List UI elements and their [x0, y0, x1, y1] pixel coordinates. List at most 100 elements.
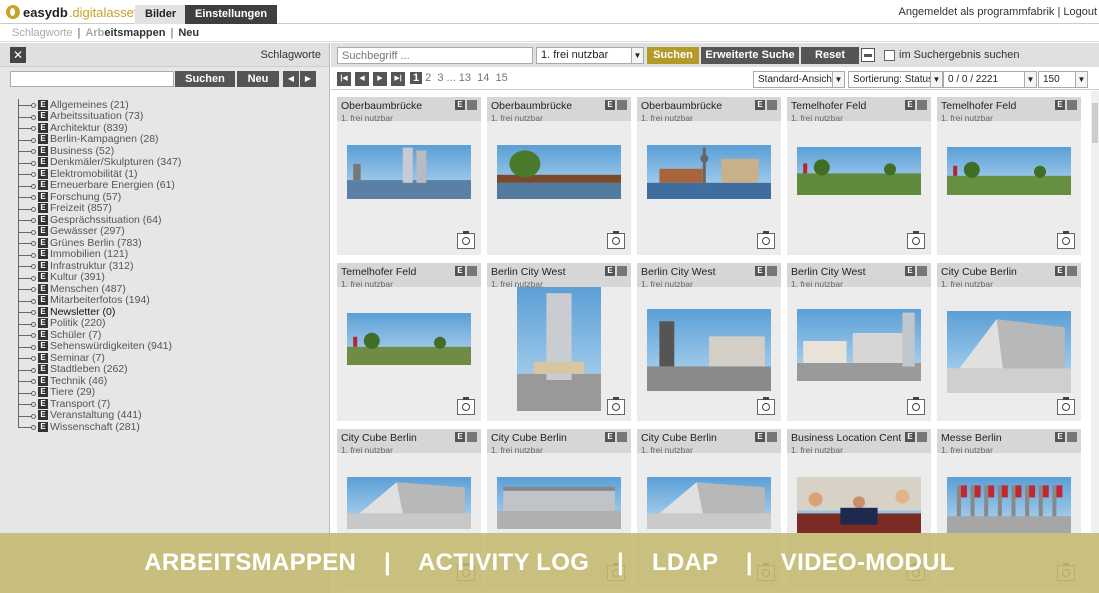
close-icon[interactable]: ✕ — [10, 47, 26, 63]
tree-item[interactable]: E Berlin-Kampagnen (28) — [18, 133, 318, 145]
grid-scrollbar[interactable] — [1091, 91, 1099, 593]
view-select[interactable]: Standard-Ansicht ▼ — [753, 71, 845, 88]
asset-thumbnail[interactable] — [647, 309, 771, 391]
page-numbers[interactable]: 12 3 ... 13 14 15 — [410, 72, 508, 84]
tree-item[interactable]: E Technik (46) — [18, 375, 318, 387]
select-checkbox[interactable] — [467, 432, 477, 442]
print-icon[interactable] — [861, 48, 875, 62]
search-input[interactable] — [337, 47, 533, 64]
asset-thumbnail[interactable] — [797, 309, 921, 381]
tree-item[interactable]: E Grünes Berlin (783) — [18, 237, 318, 249]
select-checkbox[interactable] — [917, 432, 927, 442]
search-in-results-checkbox[interactable] — [884, 50, 895, 61]
asset-thumbnail[interactable] — [497, 145, 621, 199]
asset-thumbnail[interactable] — [797, 477, 921, 533]
camera-icon[interactable] — [757, 231, 775, 249]
select-checkbox[interactable] — [1067, 266, 1077, 276]
first-page-icon[interactable]: |◀ — [337, 72, 351, 86]
keyword-search-input[interactable] — [10, 71, 174, 87]
select-checkbox[interactable] — [917, 100, 927, 110]
edit-icon[interactable]: E — [455, 432, 465, 442]
current-page[interactable]: 1 — [410, 72, 423, 84]
asset-card[interactable]: Oberbaumbrücke 1. frei nutzbar E — [487, 97, 631, 255]
tree-item[interactable]: E Veranstaltung (441) — [18, 409, 318, 421]
tree-item[interactable]: E Tiere (29) — [18, 386, 318, 398]
tree-item[interactable]: E Gesprächssituation (64) — [18, 214, 318, 226]
keyword-search-button[interactable]: Suchen — [175, 71, 235, 87]
tree-item[interactable]: E Forschung (57) — [18, 191, 318, 203]
select-checkbox[interactable] — [467, 266, 477, 276]
asset-card[interactable]: Berlin City West 1. frei nutzbar E — [487, 263, 631, 421]
asset-card[interactable]: Berlin City West 1. frei nutzbar E — [637, 263, 781, 421]
select-checkbox[interactable] — [767, 100, 777, 110]
tree-item[interactable]: E Stadtleben (262) — [18, 363, 318, 375]
page-links[interactable]: 2 3 ... 13 14 15 — [425, 72, 508, 84]
tree-item[interactable]: E Newsletter (0) — [18, 306, 318, 318]
camera-icon[interactable] — [907, 397, 925, 415]
prev-page-icon[interactable]: ◀ — [355, 72, 369, 86]
tree-item[interactable]: E Sehenswürdigkeiten (941) — [18, 340, 318, 352]
edit-icon[interactable]: E — [755, 432, 765, 442]
sort-select[interactable]: Sortierung: Status ▼ — [848, 71, 943, 88]
edit-icon[interactable]: E — [905, 432, 915, 442]
asset-card[interactable]: Berlin City West 1. frei nutzbar E — [787, 263, 931, 421]
asset-thumbnail[interactable] — [947, 477, 1071, 533]
asset-thumbnail[interactable] — [797, 147, 921, 195]
asset-card[interactable]: Temelhofer Feld 1. frei nutzbar E — [937, 97, 1081, 255]
reset-button[interactable]: Reset — [801, 47, 859, 64]
tree-item[interactable]: E Politik (220) — [18, 317, 318, 329]
camera-icon[interactable] — [757, 397, 775, 415]
tree-item[interactable]: E Immobilien (121) — [18, 248, 318, 260]
edit-icon[interactable]: E — [455, 100, 465, 110]
camera-icon[interactable] — [457, 397, 475, 415]
select-checkbox[interactable] — [917, 266, 927, 276]
edit-icon[interactable]: E — [455, 266, 465, 276]
asset-card[interactable]: Oberbaumbrücke 1. frei nutzbar E — [637, 97, 781, 255]
brand-logo[interactable]: easydb .digitalasset — [6, 4, 137, 20]
tree-item[interactable]: E Erneuerbare Energien (61) — [18, 179, 318, 191]
tree-item[interactable]: E Arbeitssituation (73) — [18, 110, 318, 122]
asset-card[interactable]: Temelhofer Feld 1. frei nutzbar E — [337, 263, 481, 421]
asset-thumbnail[interactable] — [347, 145, 471, 199]
keyword-new-button[interactable]: Neu — [237, 71, 279, 87]
tab-einstellungen[interactable]: Einstellungen — [185, 5, 278, 24]
asset-thumbnail[interactable] — [647, 145, 771, 199]
tree-item[interactable]: E Freizeit (857) — [18, 202, 318, 214]
tree-item[interactable]: E Schüler (7) — [18, 329, 318, 341]
camera-icon[interactable] — [907, 231, 925, 249]
subnav-arbeitsmappen[interactable]: Arbeitsmappen — [85, 27, 165, 39]
tree-item[interactable]: E Mitarbeiterfotos (194) — [18, 294, 318, 306]
camera-icon[interactable] — [1057, 231, 1075, 249]
select-checkbox[interactable] — [617, 100, 627, 110]
tree-item[interactable]: E Wissenschaft (281) — [18, 421, 318, 433]
camera-icon[interactable] — [457, 231, 475, 249]
select-checkbox[interactable] — [767, 266, 777, 276]
camera-icon[interactable] — [1057, 397, 1075, 415]
asset-thumbnail[interactable] — [947, 147, 1071, 195]
asset-card[interactable]: Temelhofer Feld 1. frei nutzbar E — [787, 97, 931, 255]
tree-item[interactable]: E Seminar (7) — [18, 352, 318, 364]
tree-item[interactable]: E Architektur (839) — [18, 122, 318, 134]
tab-bilder[interactable]: Bilder — [135, 5, 187, 24]
asset-thumbnail[interactable] — [647, 477, 771, 529]
select-checkbox[interactable] — [467, 100, 477, 110]
asset-thumbnail[interactable] — [497, 477, 621, 529]
subnav-neu[interactable]: Neu — [178, 27, 199, 39]
tree-item[interactable]: E Allgemeines (21) — [18, 99, 318, 111]
next-arrow-icon[interactable]: ▶ — [300, 71, 316, 87]
select-checkbox[interactable] — [1067, 100, 1077, 110]
edit-icon[interactable]: E — [755, 266, 765, 276]
edit-icon[interactable]: E — [1055, 100, 1065, 110]
edit-icon[interactable]: E — [1055, 432, 1065, 442]
edit-icon[interactable]: E — [605, 432, 615, 442]
per-page-select[interactable]: 150 ▼ — [1038, 71, 1088, 88]
select-checkbox[interactable] — [617, 432, 627, 442]
scrollbar-thumb[interactable] — [1092, 103, 1098, 143]
edit-icon[interactable]: E — [1055, 266, 1065, 276]
login-info[interactable]: Angemeldet als programmfabrik | Logout — [898, 6, 1097, 18]
asset-thumbnail[interactable] — [347, 477, 471, 529]
filter-select[interactable]: 1. frei nutzbar ▼ — [536, 47, 644, 64]
select-checkbox[interactable] — [1067, 432, 1077, 442]
asset-thumbnail[interactable] — [347, 313, 471, 365]
camera-icon[interactable] — [607, 231, 625, 249]
